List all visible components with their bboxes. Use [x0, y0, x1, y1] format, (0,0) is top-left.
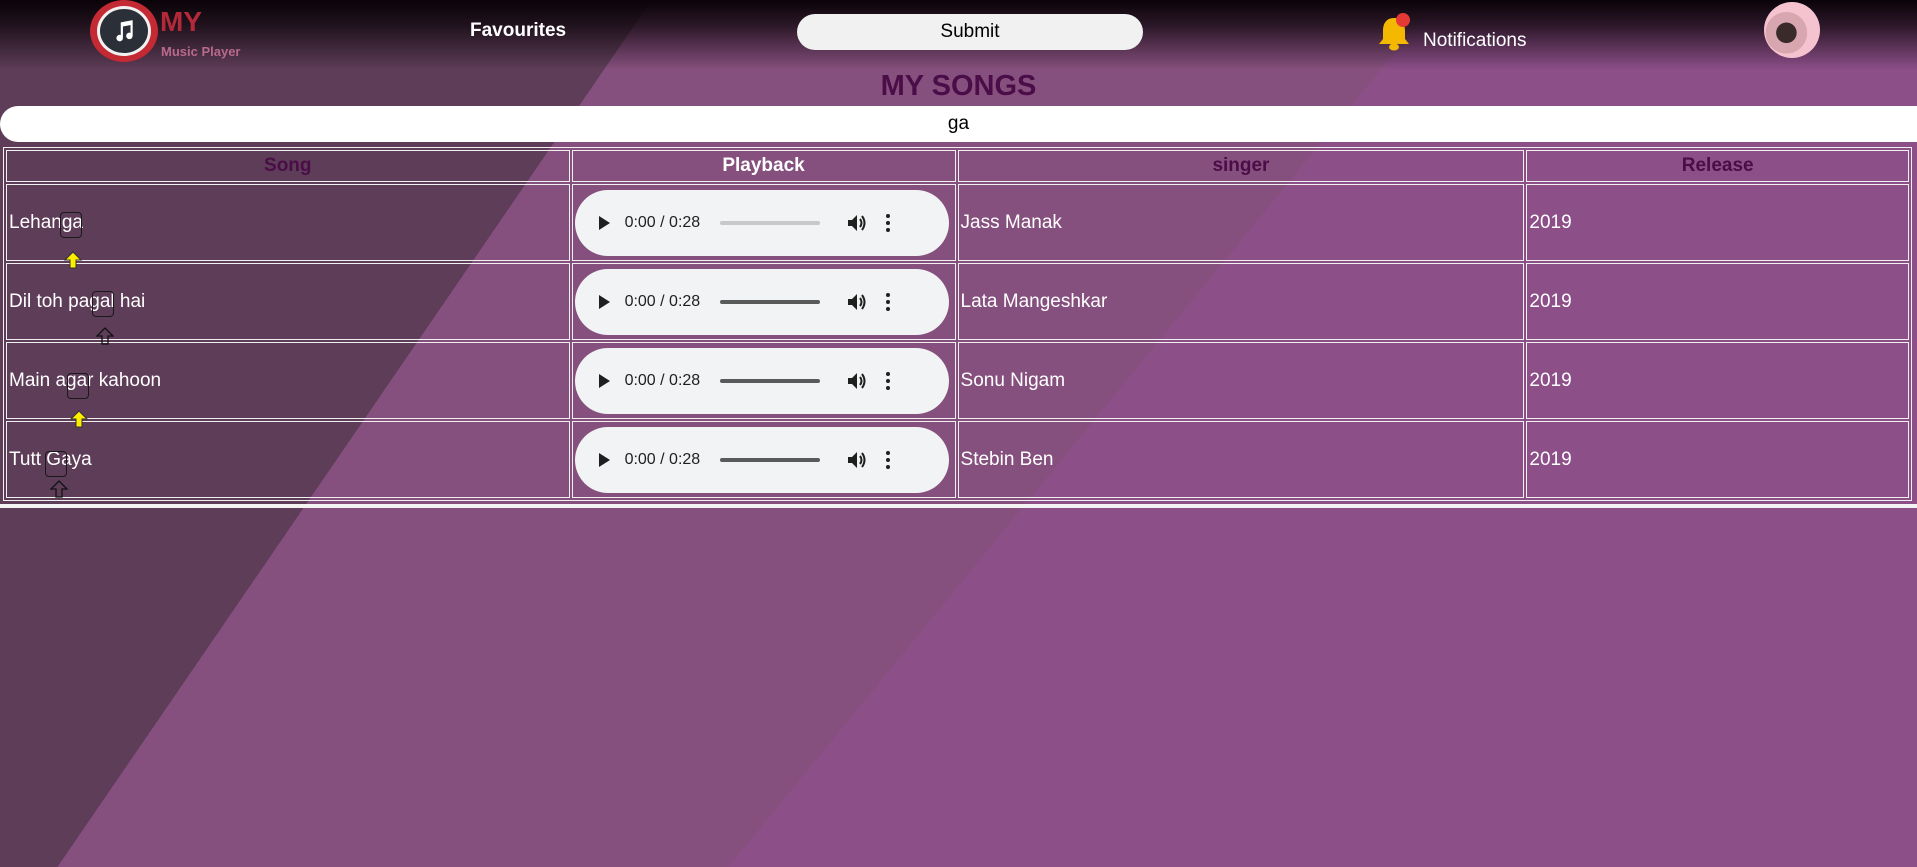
- song-title[interactable]: Lehanga: [6, 184, 570, 261]
- seek-bar[interactable]: [720, 457, 821, 462]
- search-input[interactable]: [0, 106, 1917, 142]
- seek-bar[interactable]: [720, 378, 821, 383]
- cursor-arrow-icon: [70, 410, 88, 428]
- seek-bar[interactable]: [720, 220, 821, 225]
- table-row: Lehanga 0:00 / 0:28 Jass Manak 2019: [6, 184, 1909, 261]
- playback-cell: 0:00 / 0:28: [571, 263, 956, 340]
- play-icon[interactable]: [598, 452, 610, 467]
- audio-player[interactable]: 0:00 / 0:28: [574, 426, 949, 493]
- favourites-link[interactable]: Favourites: [470, 20, 566, 42]
- logo-title: MY: [160, 6, 202, 37]
- singer-name: Lata Mangeshkar: [957, 263, 1525, 340]
- audio-player[interactable]: 0:00 / 0:28: [574, 347, 949, 414]
- header-playback[interactable]: Playback: [571, 150, 956, 182]
- playback-time: 0:00 / 0:28: [624, 213, 701, 231]
- song-title[interactable]: Main agar kahoon: [6, 342, 570, 419]
- audio-player[interactable]: 0:00 / 0:28: [574, 189, 949, 256]
- volume-icon[interactable]: [846, 213, 868, 233]
- cursor-arrow-icon: [96, 327, 114, 345]
- release-year: 2019: [1526, 184, 1909, 261]
- singer-name: Sonu Nigam: [957, 342, 1525, 419]
- table-row: Main agar kahoon 0:00 / 0:28 Sonu Nigam …: [6, 342, 1909, 419]
- seek-bar[interactable]: [720, 299, 821, 304]
- playback-cell: 0:00 / 0:28: [571, 184, 956, 261]
- cursor-arrow-icon: [64, 251, 82, 269]
- page-title: MY SONGS: [880, 70, 1037, 102]
- logo-subtitle: Music Player: [161, 44, 241, 59]
- volume-icon[interactable]: [846, 450, 868, 470]
- cursor-arrow-icon: [50, 480, 68, 498]
- header-singer[interactable]: singer: [957, 150, 1525, 182]
- play-icon[interactable]: [598, 373, 610, 388]
- playback-time: 0:00 / 0:28: [624, 371, 701, 389]
- header: MY Music Player Favourites Submit Notifi…: [0, 0, 1917, 64]
- more-options-icon[interactable]: [886, 371, 891, 390]
- match-highlight: [92, 291, 114, 317]
- singer-name: Stebin Ben: [957, 421, 1525, 498]
- more-options-icon[interactable]: [886, 213, 891, 232]
- music-note-icon: [116, 20, 133, 42]
- header-song[interactable]: Song: [6, 150, 570, 182]
- playback-time: 0:00 / 0:28: [624, 292, 701, 310]
- table-header-row: Song Playback singer Release: [6, 150, 1909, 182]
- singer-name: Jass Manak: [957, 184, 1525, 261]
- play-icon[interactable]: [598, 294, 610, 309]
- table-row: Dil toh pagal hai 0:00 / 0:28 Lata Mange…: [6, 263, 1909, 340]
- bell-icon[interactable]: [1376, 12, 1412, 52]
- playback-time: 0:00 / 0:28: [624, 450, 701, 468]
- more-options-icon[interactable]: [886, 292, 891, 311]
- playback-cell: 0:00 / 0:28: [571, 421, 956, 498]
- match-highlight: [45, 451, 67, 477]
- logo[interactable]: [90, 0, 158, 62]
- songs-table: Song Playback singer Release Lehanga 0:0…: [3, 147, 1912, 501]
- submit-button[interactable]: Submit: [797, 14, 1143, 50]
- play-icon[interactable]: [598, 215, 610, 230]
- playback-cell: 0:00 / 0:28: [571, 342, 956, 419]
- avatar[interactable]: [1764, 2, 1820, 58]
- volume-icon[interactable]: [846, 371, 868, 391]
- table-row: Tutt Gaya 0:00 / 0:28 Stebin Ben 2019: [6, 421, 1909, 498]
- release-year: 2019: [1526, 342, 1909, 419]
- match-highlight: [67, 373, 89, 399]
- volume-icon[interactable]: [846, 292, 868, 312]
- release-year: 2019: [1526, 263, 1909, 340]
- song-title[interactable]: Dil toh pagal hai: [6, 263, 570, 340]
- release-year: 2019: [1526, 421, 1909, 498]
- match-highlight: [60, 212, 82, 238]
- song-title[interactable]: Tutt Gaya: [6, 421, 570, 498]
- notifications-label[interactable]: Notifications: [1423, 30, 1527, 52]
- audio-player[interactable]: 0:00 / 0:28: [574, 268, 949, 335]
- more-options-icon[interactable]: [886, 450, 891, 469]
- header-release[interactable]: Release: [1526, 150, 1909, 182]
- songs-table-wrap: Song Playback singer Release Lehanga 0:0…: [0, 145, 1917, 508]
